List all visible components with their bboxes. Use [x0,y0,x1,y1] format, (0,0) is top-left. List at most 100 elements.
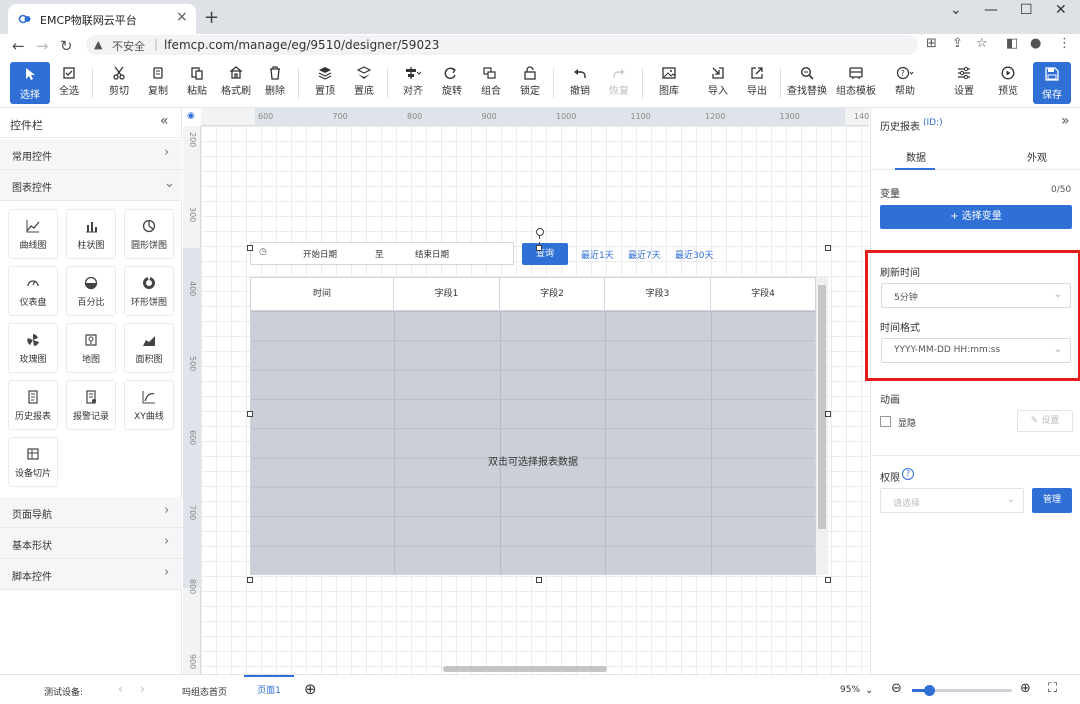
tab-data[interactable]: 数据 [906,149,926,164]
redo-button[interactable]: 恢复 [599,58,639,108]
widget-line-chart[interactable]: 曲线图 [8,209,58,259]
resize-handle-top-right[interactable] [825,245,831,251]
reload-icon[interactable]: ↻ [60,37,73,55]
next-page-icon[interactable]: › [140,682,145,696]
resize-handle-top-left[interactable] [247,245,253,251]
url-field[interactable]: ▲ 不安全 | lfemcp.com/manage/eg/9510/design… [86,35,918,55]
menu-kebab-icon[interactable]: ⋮ [1058,36,1071,51]
add-page-icon[interactable]: ⊕ [304,680,317,698]
history-report-widget[interactable]: ◷ 开始日期 至 结束日期 查询 最近1天 最近7天 最近30天 时间 字段1 … [247,228,831,583]
zoom-level[interactable]: 95% [840,685,860,695]
widget-pie-chart[interactable]: 圆形饼图 [124,209,174,259]
share-icon[interactable]: ⇪ [952,36,963,51]
widget-xy-curve[interactable]: XY曲线 [124,380,174,430]
widget-bar-chart[interactable]: 柱状图 [66,209,116,259]
category-chart-controls[interactable]: 图表控件 ⌄ [0,170,182,201]
forward-icon[interactable]: → [36,37,49,55]
category-basic-shapes[interactable]: 基本形状 › [0,528,182,559]
design-canvas[interactable]: 600 700 800 900 1000 1100 1200 1300 1400 200 300 4… [183,108,869,674]
zoom-slider-knob[interactable] [924,685,935,696]
sidepanel-icon[interactable]: ◧ [1006,36,1018,51]
profile-avatar-icon[interactable]: ● [1030,36,1041,51]
copy-button[interactable]: 复制 [138,58,178,108]
date-range-filter[interactable]: ◷ 开始日期 至 结束日期 [250,242,514,265]
paste-button[interactable]: 粘贴 [177,58,217,108]
widget-donut-chart[interactable]: 环形饼图 [124,266,174,316]
collapse-properties-icon[interactable]: » [1061,113,1070,129]
group-dropdown-button[interactable]: 组合 [471,58,511,108]
browser-tab[interactable]: EMCP物联网云平台 × [8,4,196,34]
select-all-button[interactable]: 全选 [49,58,89,108]
last-7-days-link[interactable]: 最近7天 [628,248,661,261]
translate-icon[interactable]: ⊞ [926,36,937,51]
cut-button[interactable]: 剪切 [99,58,139,108]
lock-button[interactable]: 锁定 [510,58,550,108]
report-table[interactable]: 时间 字段1 字段2 字段3 字段4 双击可选择报表数据 [250,277,816,575]
help-circle-icon[interactable]: ? [902,468,914,480]
format-brush-button[interactable]: 格式刷 [216,58,256,108]
save-button[interactable]: 保存 [1033,62,1071,104]
widget-alarm-record[interactable]: 报警记录 [66,380,116,430]
export-button[interactable]: 导出 [737,58,777,108]
fit-screen-icon[interactable]: ⛶ [1048,681,1057,696]
bring-to-top-button[interactable]: 置顶 [305,58,345,108]
send-to-bottom-button[interactable]: 置底 [344,58,384,108]
report-table-body[interactable]: 双击可选择报表数据 [251,311,815,574]
settings-button[interactable]: 设置 [944,58,984,108]
template-button[interactable]: 组态模板 [835,58,877,108]
preview-button[interactable]: 预览 [988,58,1028,108]
maximize-icon[interactable]: ☐ [1020,2,1033,18]
query-button[interactable]: 查询 [522,243,568,265]
zoom-dropdown-chevron-icon[interactable]: ⌄ [865,685,873,696]
undo-button[interactable]: 撤销 [560,58,600,108]
collapse-panel-icon[interactable]: « [160,113,169,129]
widget-map[interactable]: 地图 [66,323,116,373]
gallery-button[interactable]: 图库 [649,58,689,108]
widget-history-report[interactable]: 历史报表 [8,380,58,430]
close-tab-icon[interactable]: × [176,9,188,25]
category-page-navigation[interactable]: 页面导航 › [0,497,182,528]
widget-area-chart[interactable]: 面积图 [124,323,174,373]
resize-handle-bottom-left[interactable] [247,577,253,583]
animation-settings-button[interactable]: ✎ 设置 [1017,410,1073,432]
resize-handle-right[interactable] [825,411,831,417]
widget-percentage[interactable]: 百分比 [66,266,116,316]
align-dropdown-button[interactable]: 对齐 [393,58,433,108]
close-window-icon[interactable]: ✕ [1055,2,1067,18]
delete-button[interactable]: 删除 [255,58,295,108]
zoom-out-icon[interactable]: ⊖ [891,681,902,696]
minimize-icon[interactable]: — [984,2,998,18]
last-30-days-link[interactable]: 最近30天 [675,248,713,261]
zoom-slider[interactable] [912,685,1012,696]
widget-rose-chart[interactable]: 玫瑰图 [8,323,58,373]
last-1-day-link[interactable]: 最近1天 [581,248,614,261]
category-common-controls[interactable]: 常用控件 › [0,139,182,170]
widget-device-slice[interactable]: 设备切片 [8,437,58,487]
select-tool-button[interactable]: 选择 [10,62,50,104]
manage-permission-button[interactable]: 管理 [1032,488,1072,513]
start-date-field[interactable]: 开始日期 [303,248,337,260]
resize-handle-left[interactable] [247,411,253,417]
prev-page-icon[interactable]: ‹ [118,682,123,696]
find-replace-button[interactable]: 查找替换 [786,58,828,108]
widget-gauge[interactable]: 仪表盘 [8,266,58,316]
scrollbar-thumb[interactable] [818,285,826,529]
rotate-dropdown-button[interactable]: 旋转 [432,58,472,108]
import-button[interactable]: 导入 [698,58,738,108]
page-tab-home[interactable]: 吗组态首页 [182,685,227,698]
resize-handle-bottom-right[interactable] [825,577,831,583]
zoom-in-icon[interactable]: ⊕ [1020,681,1031,696]
visibility-checkbox[interactable] [880,416,891,427]
back-icon[interactable]: ← [12,37,25,55]
new-tab-icon[interactable]: + [204,7,219,28]
rotate-handle[interactable] [536,228,544,236]
end-date-field[interactable]: 结束日期 [415,248,449,260]
resize-handle-top[interactable] [536,245,542,251]
help-dropdown-button[interactable]: ? 帮助 [885,58,925,108]
tab-appearance[interactable]: 外观 [1027,149,1047,164]
canvas-horizontal-scrollbar[interactable] [443,666,607,672]
category-script-controls[interactable]: 脚本控件 › [0,559,182,590]
permission-select[interactable]: 请选择 ⌄ [880,488,1024,513]
table-vertical-scrollbar[interactable] [816,277,828,575]
tab-search-icon[interactable]: ⌄ [950,2,962,18]
